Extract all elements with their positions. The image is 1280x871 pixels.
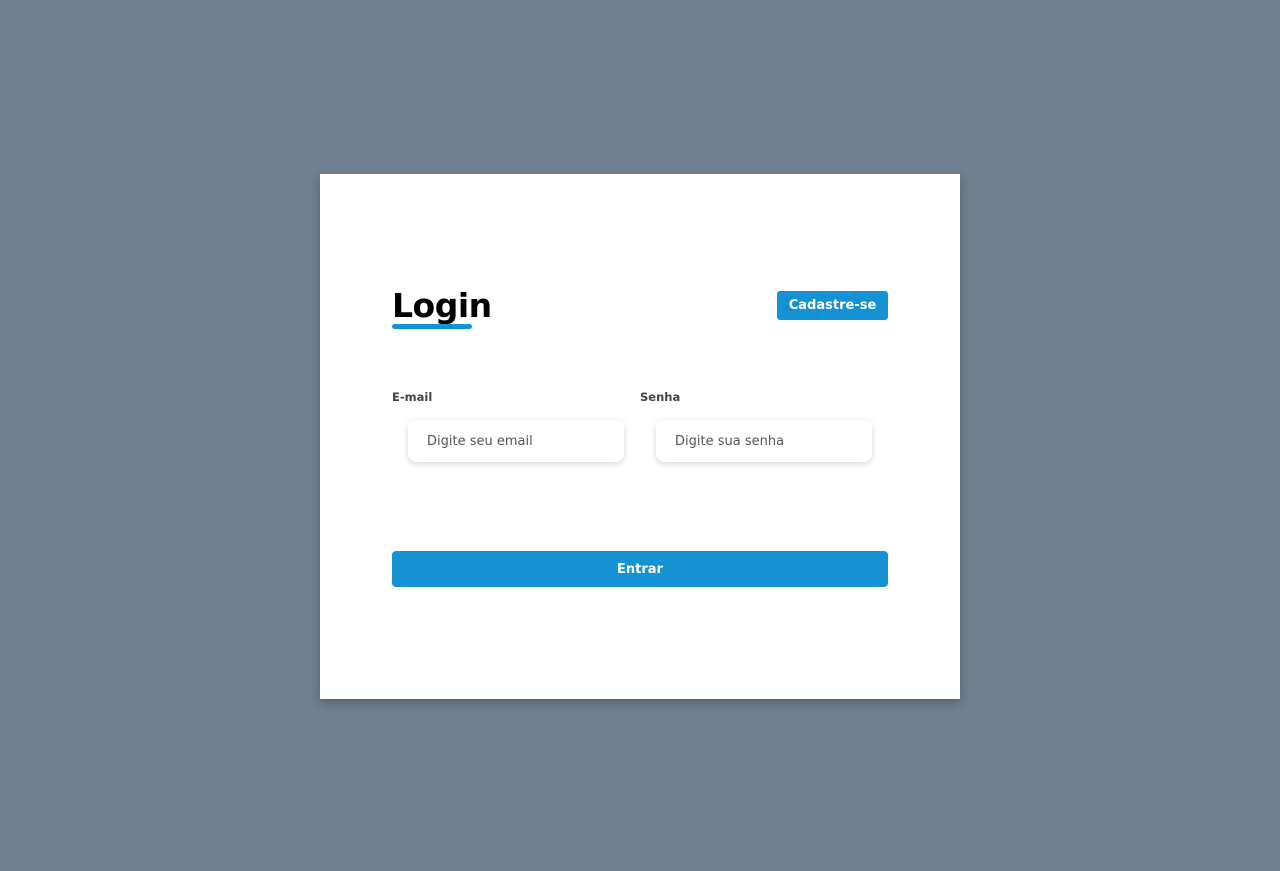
submit-button[interactable]: Entrar xyxy=(392,551,888,587)
email-field[interactable] xyxy=(408,420,624,462)
signup-button[interactable]: Cadastre-se xyxy=(777,291,888,320)
login-card: Login Cadastre-se E-mail Senha Entrar xyxy=(320,174,960,699)
email-label: E-mail xyxy=(392,390,433,404)
password-field[interactable] xyxy=(656,420,872,462)
password-label: Senha xyxy=(640,390,681,404)
page-title: Login xyxy=(392,286,492,325)
title-underline xyxy=(392,324,472,329)
